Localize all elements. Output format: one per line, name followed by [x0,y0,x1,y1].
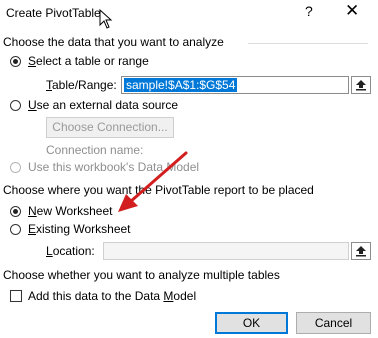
existing-worksheet-label[interactable]: Existing Worksheet [28,222,131,236]
location-input[interactable] [103,242,349,260]
table-range-picker-button[interactable] [351,76,371,94]
range-picker-icon [356,246,366,257]
annotation-arrow [118,151,188,212]
external-source-label[interactable]: Use an external data source [28,98,178,112]
close-button[interactable]: ✕ [345,1,359,21]
range-picker-icon [356,80,366,91]
mouse-pointer-icon [99,9,113,29]
dialog-title: Create PivotTable [6,6,101,20]
new-worksheet-radio[interactable] [10,206,21,217]
table-range-input[interactable]: sample!$A$1:$G$54 [121,76,349,94]
ok-button[interactable]: OK [215,312,288,334]
data-model-radio[interactable] [10,162,21,173]
new-worksheet-label[interactable]: New Worksheet [28,204,112,218]
existing-worksheet-radio[interactable] [10,224,21,235]
select-table-label[interactable]: Select a table or range [28,54,149,68]
add-data-model-checkbox[interactable] [10,290,22,302]
table-range-label: Table/Range: [46,78,117,92]
multiple-tables-heading: Choose whether you want to analyze multi… [3,268,280,282]
select-table-radio[interactable] [10,56,21,67]
location-picker-button[interactable] [351,242,371,260]
external-source-radio[interactable] [10,100,21,111]
group-divider [248,43,368,44]
table-range-value: sample!$A$1:$G$54 [124,78,238,92]
cancel-button[interactable]: Cancel [296,312,371,334]
location-label: Location: [46,244,95,258]
add-data-model-label[interactable]: Add this data to the Data Model [28,289,196,303]
choose-connection-button[interactable]: Choose Connection... [46,117,174,138]
analyze-heading: Choose the data that you want to analyze [3,35,224,49]
help-button[interactable]: ? [305,3,313,19]
